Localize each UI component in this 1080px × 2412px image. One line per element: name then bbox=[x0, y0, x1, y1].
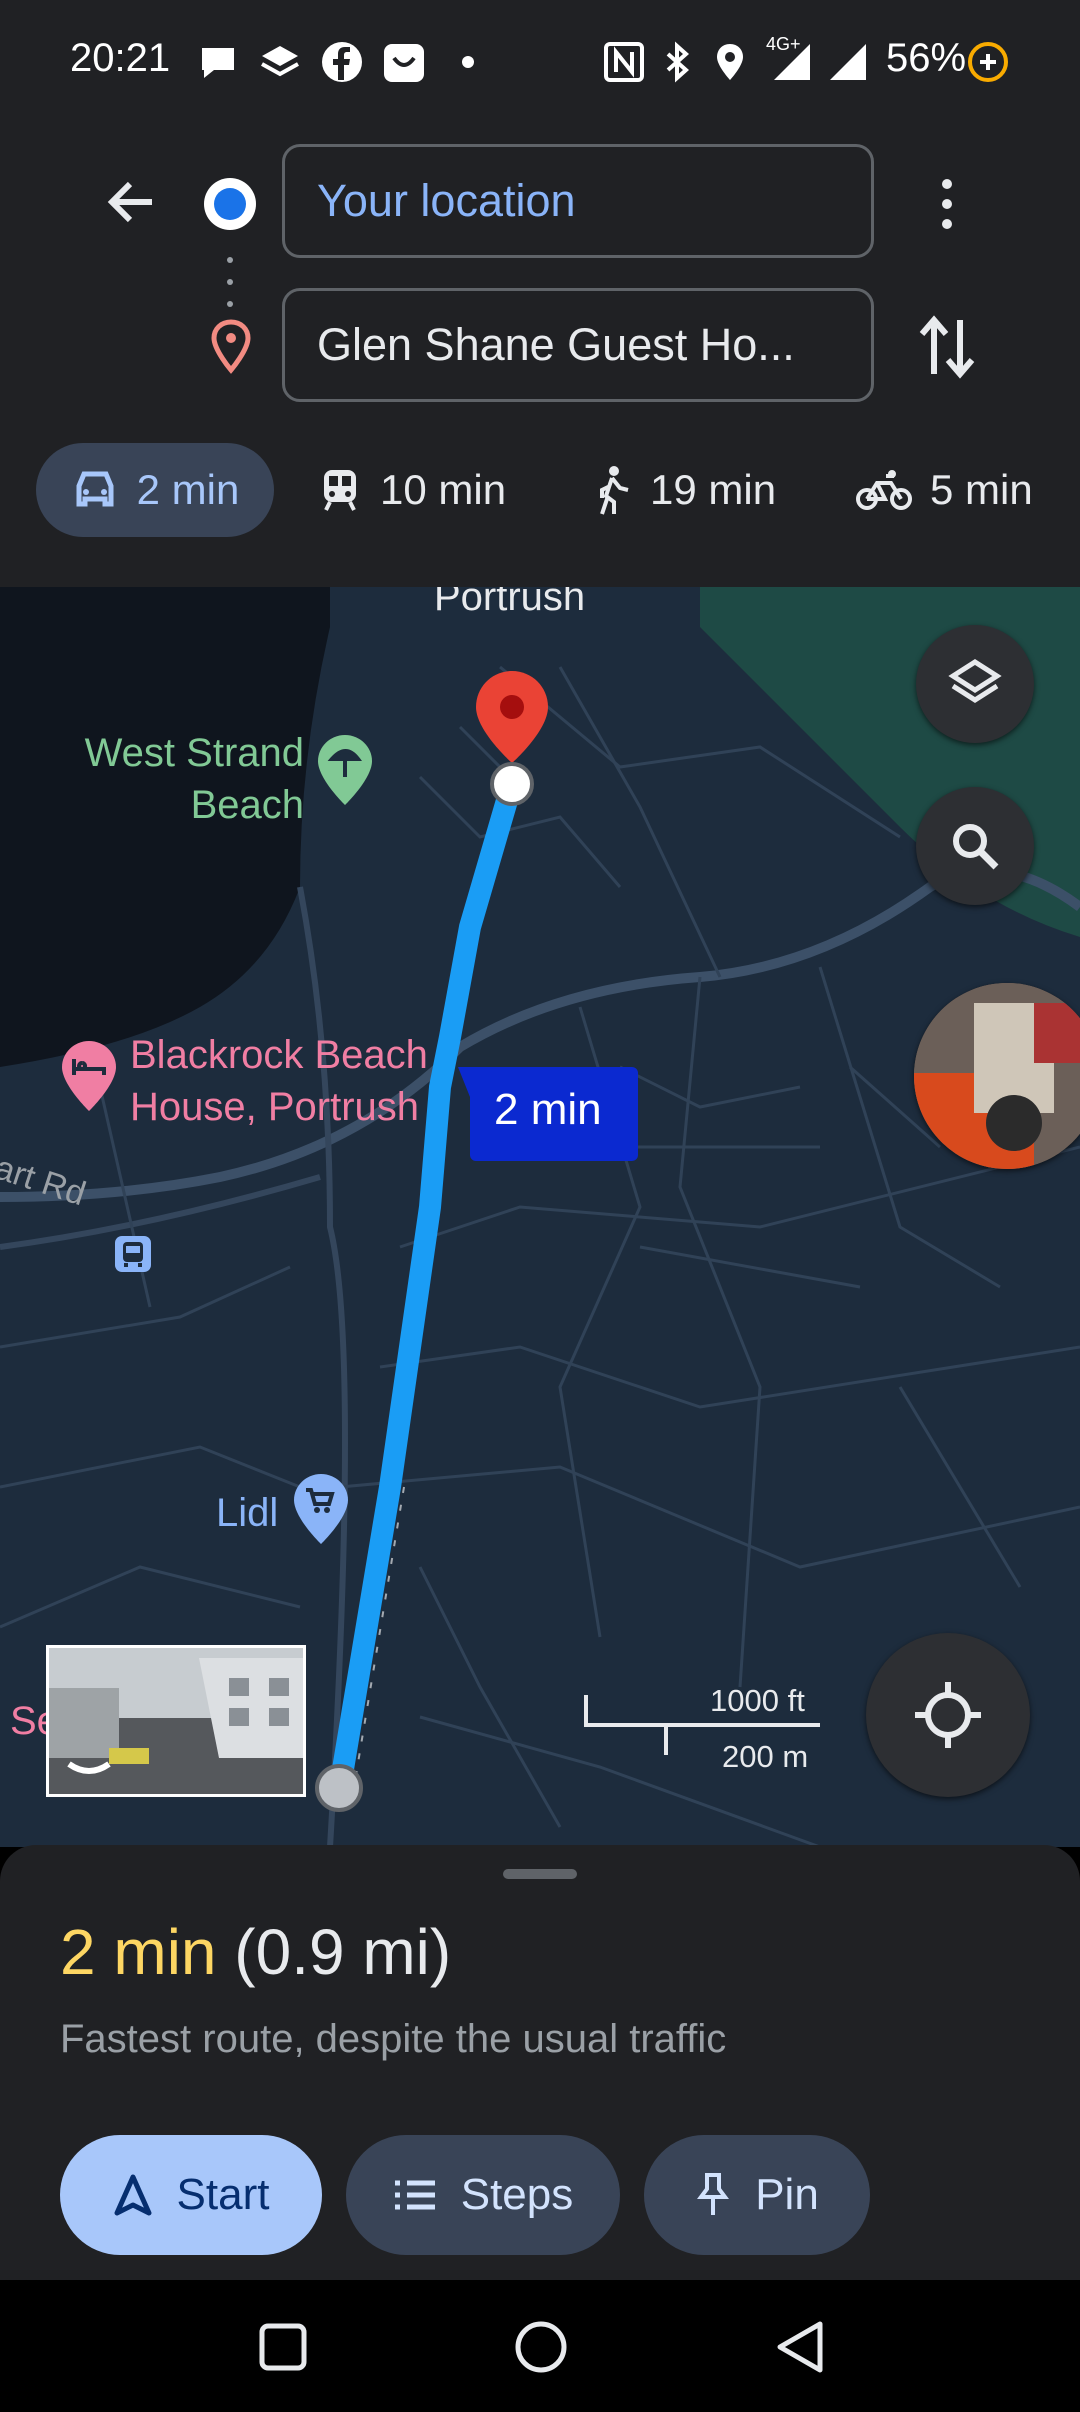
back-arrow-icon bbox=[107, 181, 152, 223]
bus-stop-icon[interactable] bbox=[114, 1235, 152, 1278]
layers-button[interactable] bbox=[916, 625, 1034, 743]
triangle-back-icon bbox=[777, 2321, 823, 2373]
pin-button-label: Pin bbox=[755, 2170, 819, 2219]
route-summary: 2 min (0.9 mi) bbox=[60, 1915, 451, 1989]
location-icon bbox=[708, 40, 752, 84]
dot-icon bbox=[452, 40, 496, 84]
route-distance: (0.9 mi) bbox=[234, 1916, 452, 1988]
start-button-label: Start bbox=[176, 2170, 270, 2219]
smile-app-icon bbox=[382, 40, 426, 84]
map-label-shop[interactable]: Lidl bbox=[216, 1487, 278, 1539]
mode-transit-tab[interactable]: 10 min bbox=[318, 443, 506, 537]
shopping-cart-icon[interactable] bbox=[292, 1472, 350, 1551]
my-location-icon bbox=[915, 1682, 981, 1748]
signal-icon bbox=[826, 40, 870, 84]
route-description: Fastest route, despite the usual traffic bbox=[60, 2017, 727, 2061]
search-icon bbox=[953, 824, 999, 870]
map-label-town: Portrush bbox=[434, 587, 586, 619]
street-view-image bbox=[49, 1648, 303, 1794]
mode-transit-label: 10 min bbox=[380, 466, 507, 513]
more-vert-icon bbox=[942, 179, 952, 229]
route-time-label: 2 min bbox=[494, 1085, 602, 1134]
car-icon bbox=[76, 471, 114, 507]
status-time: 20:21 bbox=[70, 36, 171, 80]
pin-button[interactable]: Pin bbox=[644, 2135, 870, 2255]
hotel-bed-icon[interactable] bbox=[60, 1039, 118, 1118]
navigation-arrow-icon bbox=[114, 2174, 152, 2216]
origin-marker-icon bbox=[314, 1763, 364, 1818]
mode-bike-tab[interactable]: 5 min bbox=[856, 443, 1033, 537]
scale-metric: 200 m bbox=[722, 1739, 809, 1774]
swap-button[interactable] bbox=[914, 312, 980, 387]
mode-walk-tab[interactable]: 19 min bbox=[592, 443, 776, 537]
back-nav-button[interactable] bbox=[774, 2320, 828, 2379]
chat-icon bbox=[196, 40, 240, 84]
walk-icon bbox=[600, 466, 629, 515]
train-icon bbox=[324, 470, 356, 511]
bike-icon bbox=[856, 470, 912, 510]
map-label-hotel[interactable]: Blackrock Beach House, Portrush bbox=[130, 1029, 428, 1133]
start-button[interactable]: Start bbox=[60, 2135, 322, 2255]
circle-icon bbox=[515, 2321, 567, 2373]
bluetooth-icon bbox=[656, 40, 700, 84]
status-bar: 20:21 4G+ 56% bbox=[0, 0, 1080, 128]
steps-button-label: Steps bbox=[460, 2170, 574, 2219]
my-location-button[interactable] bbox=[866, 1633, 1030, 1797]
battery-percent: 56% bbox=[886, 36, 967, 80]
swap-vert-icon bbox=[919, 315, 975, 379]
destination-pin-icon bbox=[208, 318, 254, 379]
mode-bike-label: 5 min bbox=[930, 466, 1033, 513]
scale-imperial: 1000 ft bbox=[710, 1683, 805, 1718]
nfc-icon bbox=[602, 40, 646, 84]
steps-button[interactable]: Steps bbox=[346, 2135, 620, 2255]
search-along-route-button[interactable] bbox=[916, 787, 1034, 905]
mode-drive-label: 2 min bbox=[136, 466, 240, 513]
street-view-thumbnail[interactable] bbox=[46, 1645, 306, 1797]
map-label-beach[interactable]: West Strand Beach bbox=[74, 727, 304, 831]
more-options-button[interactable] bbox=[920, 172, 974, 241]
network-type: 4G+ bbox=[766, 34, 801, 54]
layers-icon bbox=[948, 659, 1002, 703]
sheet-drag-handle[interactable] bbox=[503, 1869, 577, 1879]
pushpin-icon bbox=[697, 2173, 730, 2215]
route-duration: 2 min bbox=[60, 1916, 217, 1988]
mode-drive-tab[interactable]: 2 min bbox=[36, 443, 274, 537]
beach-umbrella-icon[interactable] bbox=[316, 733, 374, 812]
battery-saver-icon bbox=[966, 40, 1010, 84]
directions-header: Your location Glen Shane Guest Ho... 2 m… bbox=[0, 128, 1080, 587]
route-map[interactable]: Portrush West Strand Beach Blackrock Bea… bbox=[0, 587, 1080, 1847]
destination-field[interactable]: Glen Shane Guest Ho... bbox=[282, 288, 874, 402]
route-summary-sheet[interactable]: 2 min (0.9 mi) Fastest route, despite th… bbox=[0, 1845, 1080, 2280]
list-icon bbox=[394, 2180, 435, 2210]
facebook-icon bbox=[320, 40, 364, 84]
system-navigation-bar bbox=[0, 2280, 1080, 2412]
home-button[interactable] bbox=[514, 2320, 568, 2379]
destination-marker-icon[interactable] bbox=[474, 669, 550, 814]
back-button[interactable] bbox=[100, 170, 164, 239]
recents-button[interactable] bbox=[258, 2322, 308, 2377]
mode-walk-label: 19 min bbox=[650, 466, 777, 513]
layers-app-icon bbox=[258, 40, 302, 84]
square-icon bbox=[259, 2323, 307, 2371]
origin-field[interactable]: Your location bbox=[282, 144, 874, 258]
origin-dot-icon bbox=[202, 176, 258, 237]
route-connector-dots bbox=[226, 252, 234, 327]
